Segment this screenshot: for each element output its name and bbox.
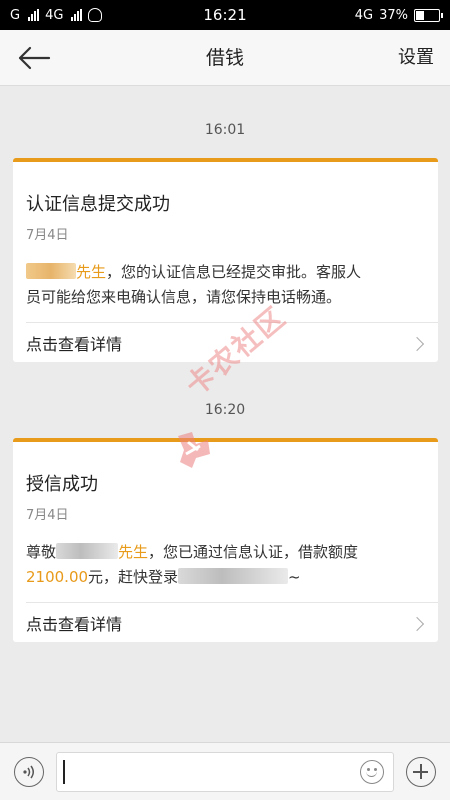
network-type: 4G [354,7,374,23]
message-date: 7月4日 [26,508,69,523]
message-title: 认证信息提交成功 [26,194,170,215]
carrier-label: G [10,7,21,23]
message-card: 授信成功 7月4日 尊敬 先生，您已通过信息认证，借款额度 2100.00元，赶快… [13,438,438,642]
body-text: 员可能给您来电确认信息，请您保持电话畅通。 [26,288,342,306]
message-title: 授信成功 [26,474,98,495]
network-label: 4G [45,7,64,23]
chevron-right-icon [409,616,425,632]
credit-amount: 2100.00 [26,568,89,586]
message-time: 16:20 [204,402,246,418]
status-bar: G 4G 16:21 4G 37% [0,0,450,30]
redacted-text [178,568,289,584]
voice-button[interactable] [14,757,44,787]
message-date: 7月4日 [26,228,69,243]
redacted-name [26,263,76,279]
message-body: 先生，您的认证信息已经提交审批。客服人 员可能给您来电确认信息，请您保持电话畅通… [26,260,426,310]
text-caret [63,760,65,784]
chevron-right-icon [409,336,425,352]
message-body: 尊敬 先生，您已通过信息认证，借款额度 2100.00元，赶快登录 ~ [26,540,426,590]
plus-button[interactable] [406,757,436,787]
header: 借钱 设置 [0,30,450,86]
body-text: 元，赶快登录 [88,568,179,586]
message-input[interactable] [56,752,394,792]
status-left: G 4G [10,7,103,23]
battery-percent: 37% [379,7,408,23]
body-text: ，您已通过信息认证，借款额度 [148,543,359,561]
input-bar [0,742,450,800]
view-details-label: 点击查看详情 [26,335,123,354]
view-details-label: 点击查看详情 [26,615,123,634]
body-text: 尊敬 [26,543,57,561]
body-text: ~ [288,568,301,586]
status-right: 4G 37% [354,7,443,23]
emoji-button[interactable] [360,760,384,784]
signal-icon [28,9,40,21]
name-suffix: 先生 [76,263,107,281]
voice-icon [23,765,34,779]
signal-icon-2 [71,9,83,21]
settings-button[interactable]: 设置 [398,30,434,86]
page-title: 借钱 [205,47,244,69]
redacted-name [56,543,119,559]
body-text: ，您的认证信息已经提交审批。客服人 [106,263,362,281]
watermark-logo-icon [178,432,210,468]
view-details-link[interactable]: 点击查看详情 [13,603,438,647]
notification-icon [88,8,103,22]
name-suffix: 先生 [118,543,149,561]
battery-icon [414,8,443,22]
message-time: 16:01 [204,122,246,138]
battery-fill [416,10,425,20]
smiley-icon [366,771,377,777]
status-time: 16:21 [203,6,247,24]
